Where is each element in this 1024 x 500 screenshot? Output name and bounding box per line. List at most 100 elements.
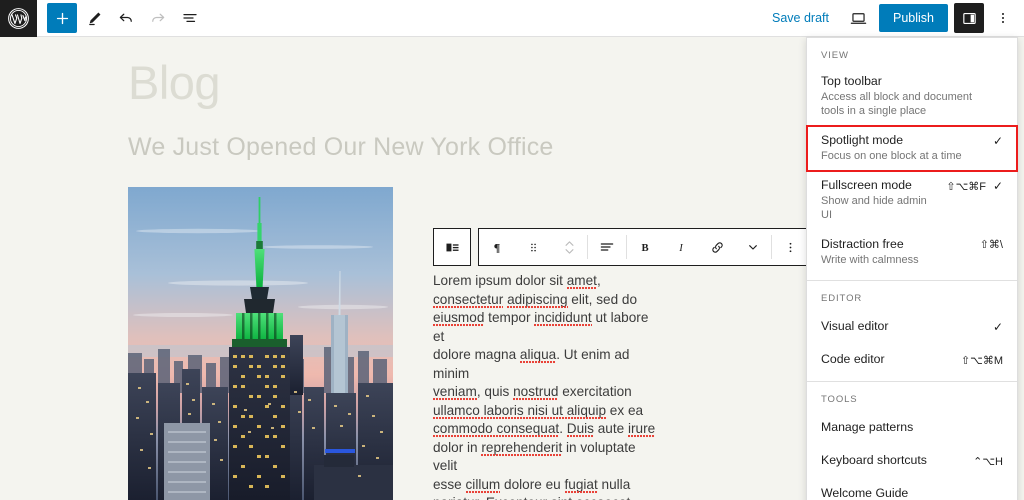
svg-text:I: I <box>678 243 683 254</box>
laptop-preview-icon <box>850 12 866 24</box>
checkmark-icon: ✓ <box>993 179 1004 193</box>
menu-item-title: Top toolbar <box>821 74 882 88</box>
misspelled-word: adipiscing <box>507 291 568 307</box>
misspelled-word: fugiat <box>564 476 598 492</box>
misspelled-word: Excepteur <box>486 495 547 500</box>
paragraph-text: esse <box>433 476 466 492</box>
italic-icon: I <box>678 243 683 254</box>
paragraph-block[interactable]: Lorem ipsum dolor sit amet, consectetur a… <box>433 272 658 500</box>
paragraph-text: sint <box>547 495 576 500</box>
menu-item-description: Access all block and document tools in a… <box>821 91 973 117</box>
settings-sidebar-toggle[interactable] <box>954 3 984 33</box>
post-heading[interactable]: We Just Opened Our New York Office <box>128 133 554 162</box>
italic-button[interactable]: I <box>663 229 699 265</box>
misspelled-word: ullamco laboris nisi ut aliquip <box>433 402 607 418</box>
post-title[interactable]: Blog <box>128 59 221 106</box>
redo-button[interactable] <box>143 3 173 33</box>
menu-item-accessory <box>995 427 1003 428</box>
link-button[interactable] <box>699 229 735 265</box>
preview-button[interactable] <box>843 3 873 33</box>
drag-handle-button[interactable] <box>515 229 551 265</box>
top-bar-right-tools: Save draft Publish <box>764 3 1024 33</box>
paragraph-text: nulla <box>597 476 631 492</box>
post-image[interactable] <box>128 187 393 500</box>
redo-arrow-icon <box>152 13 165 22</box>
paragraph-block-button[interactable]: ¶ <box>479 229 515 265</box>
paragraph-line: Lorem ipsum dolor sit amet, <box>433 272 658 291</box>
menu-item-visual-editor[interactable]: Visual editor ✓ <box>807 310 1017 343</box>
menu-item-manage-patterns[interactable]: Manage patterns <box>807 411 1017 444</box>
checkmark-icon: ✓ <box>993 320 1004 334</box>
menu-item-keyboard-shortcuts[interactable]: Keyboard shortcuts ⌃⌥H <box>807 444 1017 477</box>
menu-item-main: Distraction free Write with calmness <box>821 237 972 267</box>
menu-item-accessory: ⇧⌥⌘M <box>953 353 1003 367</box>
wordpress-logo-icon[interactable] <box>0 0 37 37</box>
paragraph-text: dolor in <box>433 439 482 455</box>
paragraph-text: , <box>596 273 601 288</box>
menu-item-welcome-guide[interactable]: Welcome Guide <box>807 477 1017 500</box>
paragraph-text: dolore magna <box>433 347 520 362</box>
menu-item-spotlight-mode[interactable]: Spotlight mode Focus on one block at a ti… <box>806 125 1018 172</box>
align-text-button[interactable] <box>588 229 626 265</box>
menu-item-shortcut: ⇧⌥⌘M <box>960 354 1003 367</box>
undo-arrow-icon <box>119 13 132 22</box>
link-icon <box>711 241 723 253</box>
misspelled-word: eiusmod <box>433 310 485 325</box>
menu-item-title: Visual editor <box>821 319 889 333</box>
more-options-button[interactable] <box>990 3 1016 33</box>
menu-item-accessory: ⇧⌘\ <box>972 237 1003 251</box>
menu-item-accessory <box>995 493 1003 494</box>
vertical-ellipsis-icon <box>1001 12 1005 24</box>
menu-item-main: Code editor <box>821 352 953 367</box>
paragraph-line: veniam, quis nostrud exercitation <box>433 383 658 402</box>
checkmark-icon: ✓ <box>993 134 1004 148</box>
paragraph-line: esse cillum dolore eu fugiat nulla <box>433 476 658 495</box>
list-view-button[interactable] <box>175 3 205 33</box>
menu-item-main: Welcome Guide <box>821 486 995 500</box>
pencil-icon <box>88 12 100 25</box>
publish-button[interactable]: Publish <box>879 4 948 32</box>
block-type-media-text-icon <box>445 243 459 251</box>
menu-item-description: Show and hide admin UI <box>821 195 927 221</box>
save-draft-button[interactable]: Save draft <box>764 5 837 31</box>
settings-sidebar-icon <box>962 12 976 24</box>
menu-item-distraction-free[interactable]: Distraction free Write with calmness ⇧⌘\ <box>807 230 1017 275</box>
misspelled-word: aliqua <box>519 347 557 362</box>
menu-item-main: Visual editor <box>821 319 985 334</box>
misspelled-word: commodo consequat <box>433 421 560 436</box>
misspelled-word: Duis <box>566 421 594 436</box>
paragraph-line: commodo consequat. Duis aute irure <box>433 420 658 439</box>
menu-item-accessory: ✓ <box>985 133 1003 148</box>
menu-item-shortcut: ⇧⌥⌘F <box>946 180 986 193</box>
menu-item-accessory: ⇧⌥⌘F ✓ <box>938 178 1003 193</box>
menu-item-code-editor[interactable]: Code editor ⇧⌥⌘M <box>807 343 1017 376</box>
menu-item-description: Focus on one block at a time <box>821 150 962 162</box>
paragraph-text: elit, sed do <box>567 291 638 307</box>
menu-item-accessory <box>995 74 1003 75</box>
block-options-button[interactable] <box>772 229 808 265</box>
tools-button[interactable] <box>79 3 109 33</box>
add-block-button[interactable] <box>47 3 77 33</box>
paragraph-block-icon: ¶ <box>494 240 500 254</box>
block-toolbar: ¶ B I <box>433 228 809 266</box>
paragraph-text: . <box>559 421 567 436</box>
menu-item-description: Write with calmness <box>821 254 919 266</box>
menu-item-fullscreen-mode[interactable]: Fullscreen mode Show and hide admin UI ⇧⌥⌘… <box>807 171 1017 230</box>
paragraph-text: ex ea <box>606 402 644 418</box>
more-rich-text-button[interactable] <box>735 229 771 265</box>
editor-root: Save draft Publish Blog We Just Opened O… <box>0 0 1024 500</box>
paragraph-text: dolore eu <box>500 476 565 492</box>
bold-button[interactable]: B <box>627 229 663 265</box>
misspelled-word: cillum <box>465 476 501 492</box>
paragraph-text: exercitation <box>558 384 632 399</box>
paragraph-line: consectetur adipiscing elit, sed do <box>433 291 658 310</box>
options-dropdown-menu: View Top toolbar Access all block and docu… <box>806 37 1018 500</box>
misspelled-word: amet <box>566 273 597 288</box>
block-controls-group: ¶ B I <box>478 228 809 266</box>
undo-button[interactable] <box>111 3 141 33</box>
block-type-media-text-button[interactable] <box>434 229 470 265</box>
menu-item-main: Keyboard shortcuts <box>821 453 965 468</box>
move-up-down-button[interactable] <box>551 229 587 265</box>
menu-item-top-toolbar[interactable]: Top toolbar Access all block and document… <box>807 67 1017 126</box>
svg-text:¶: ¶ <box>494 240 500 254</box>
